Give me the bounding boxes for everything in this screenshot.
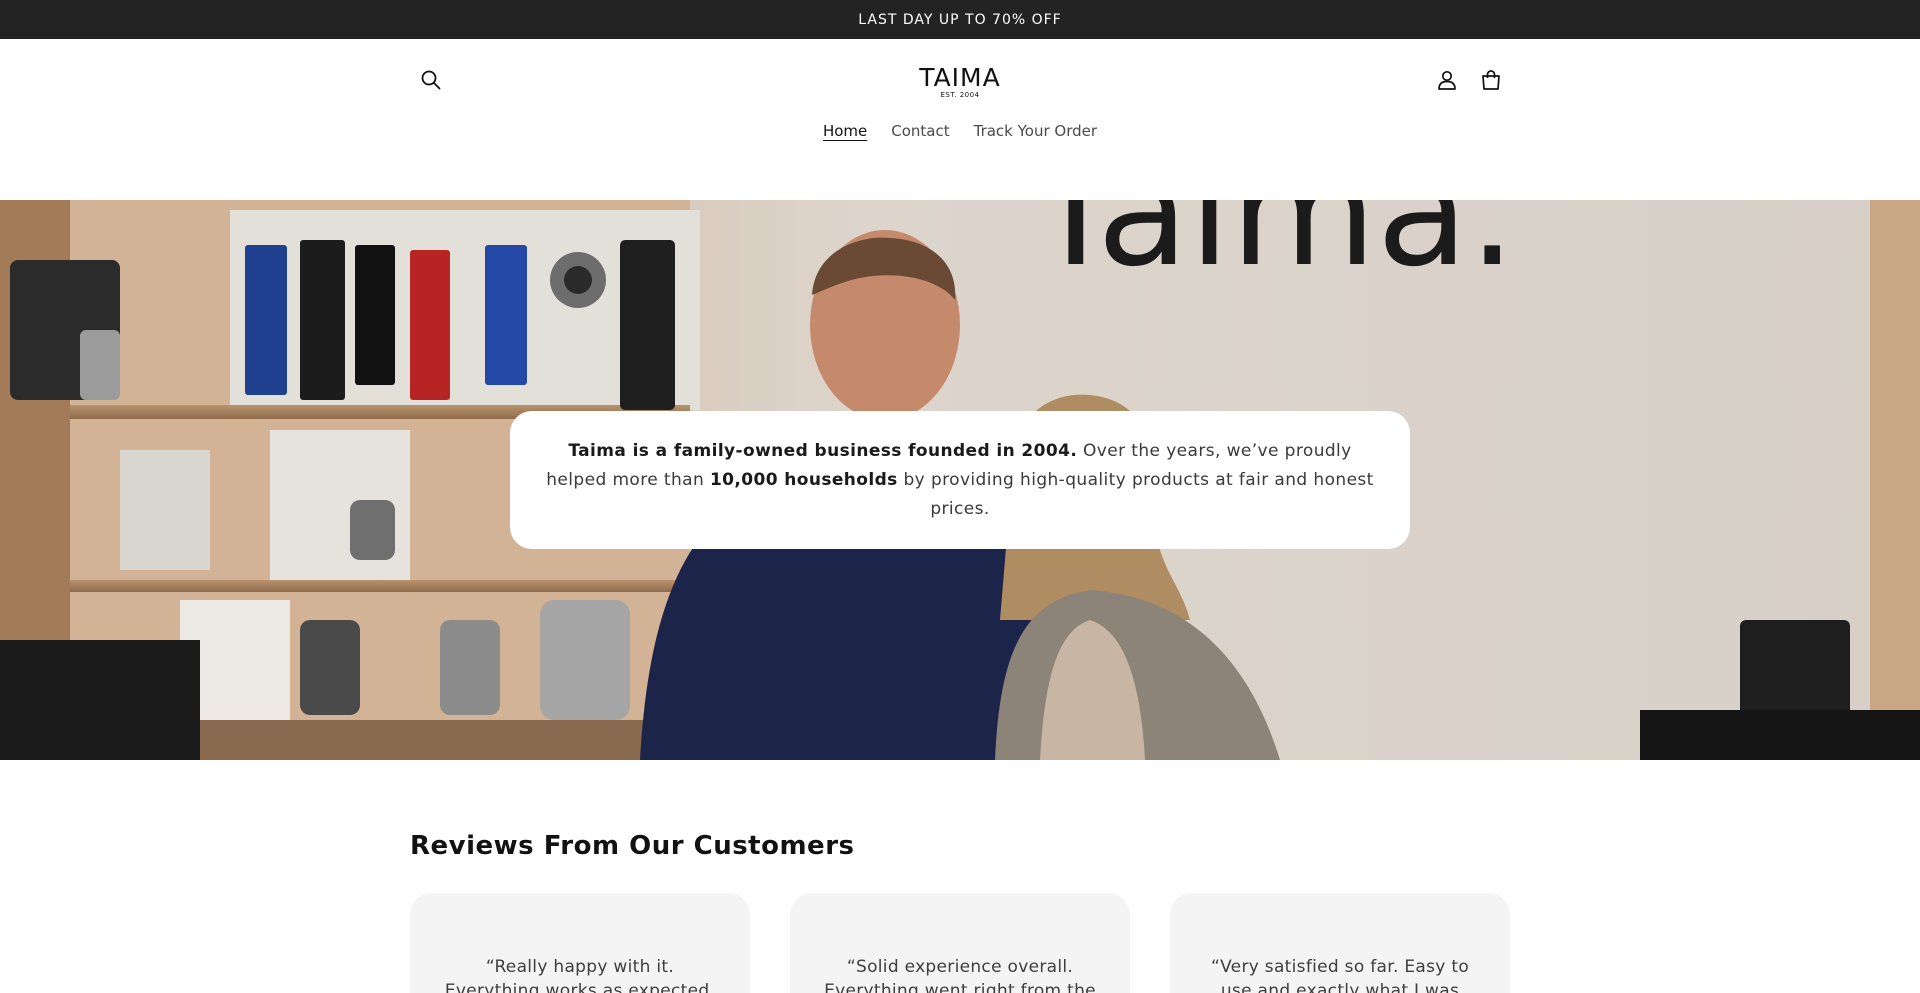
review-card: “Solid experience overall. Everything we…	[790, 893, 1130, 993]
site-header: TAIMA EST. 2004 Home Contact Track Your …	[0, 39, 1920, 200]
logo[interactable]: TAIMA EST. 2004	[900, 65, 1020, 99]
nav-contact[interactable]: Contact	[891, 122, 949, 140]
cart-icon[interactable]	[1475, 64, 1507, 96]
review-text: “Solid experience overall. Everything we…	[824, 957, 1096, 993]
review-card: “Really happy with it. Everything works …	[410, 893, 750, 993]
review-text: “Very satisfied so far. Easy to use and …	[1210, 957, 1470, 993]
hero-intro-box: Taima is a family-owned business founded…	[510, 411, 1410, 549]
announcement-text: LAST DAY UP TO 70% OFF	[858, 11, 1062, 28]
user-icon[interactable]	[1431, 64, 1463, 96]
nav-track-order[interactable]: Track Your Order	[974, 122, 1097, 140]
review-card: “Very satisfied so far. Easy to use and …	[1170, 893, 1510, 993]
wall-lettering: Taima.	[1029, 200, 1516, 300]
announcement-bar: LAST DAY UP TO 70% OFF	[0, 0, 1920, 39]
review-text: “Really happy with it. Everything works …	[444, 957, 716, 993]
hero-banner: Taima. Taima is a family-owned business …	[0, 200, 1920, 760]
search-icon[interactable]	[415, 64, 447, 96]
nav-home[interactable]: Home	[823, 122, 867, 140]
intro-bold-households: 10,000 households	[709, 469, 898, 490]
main-nav: Home Contact Track Your Order	[0, 122, 1920, 140]
reviews-title: Reviews From Our Customers	[410, 831, 855, 861]
hero-intro-text: Taima is a family-owned business founded…	[544, 437, 1376, 524]
logo-name: TAIMA	[919, 63, 1001, 92]
intro-text-2: by providing high-quality products at fa…	[897, 469, 1374, 519]
logo-est: EST. 2004	[940, 91, 980, 99]
intro-bold-founded: Taima is a family-owned business founded…	[568, 440, 1078, 461]
